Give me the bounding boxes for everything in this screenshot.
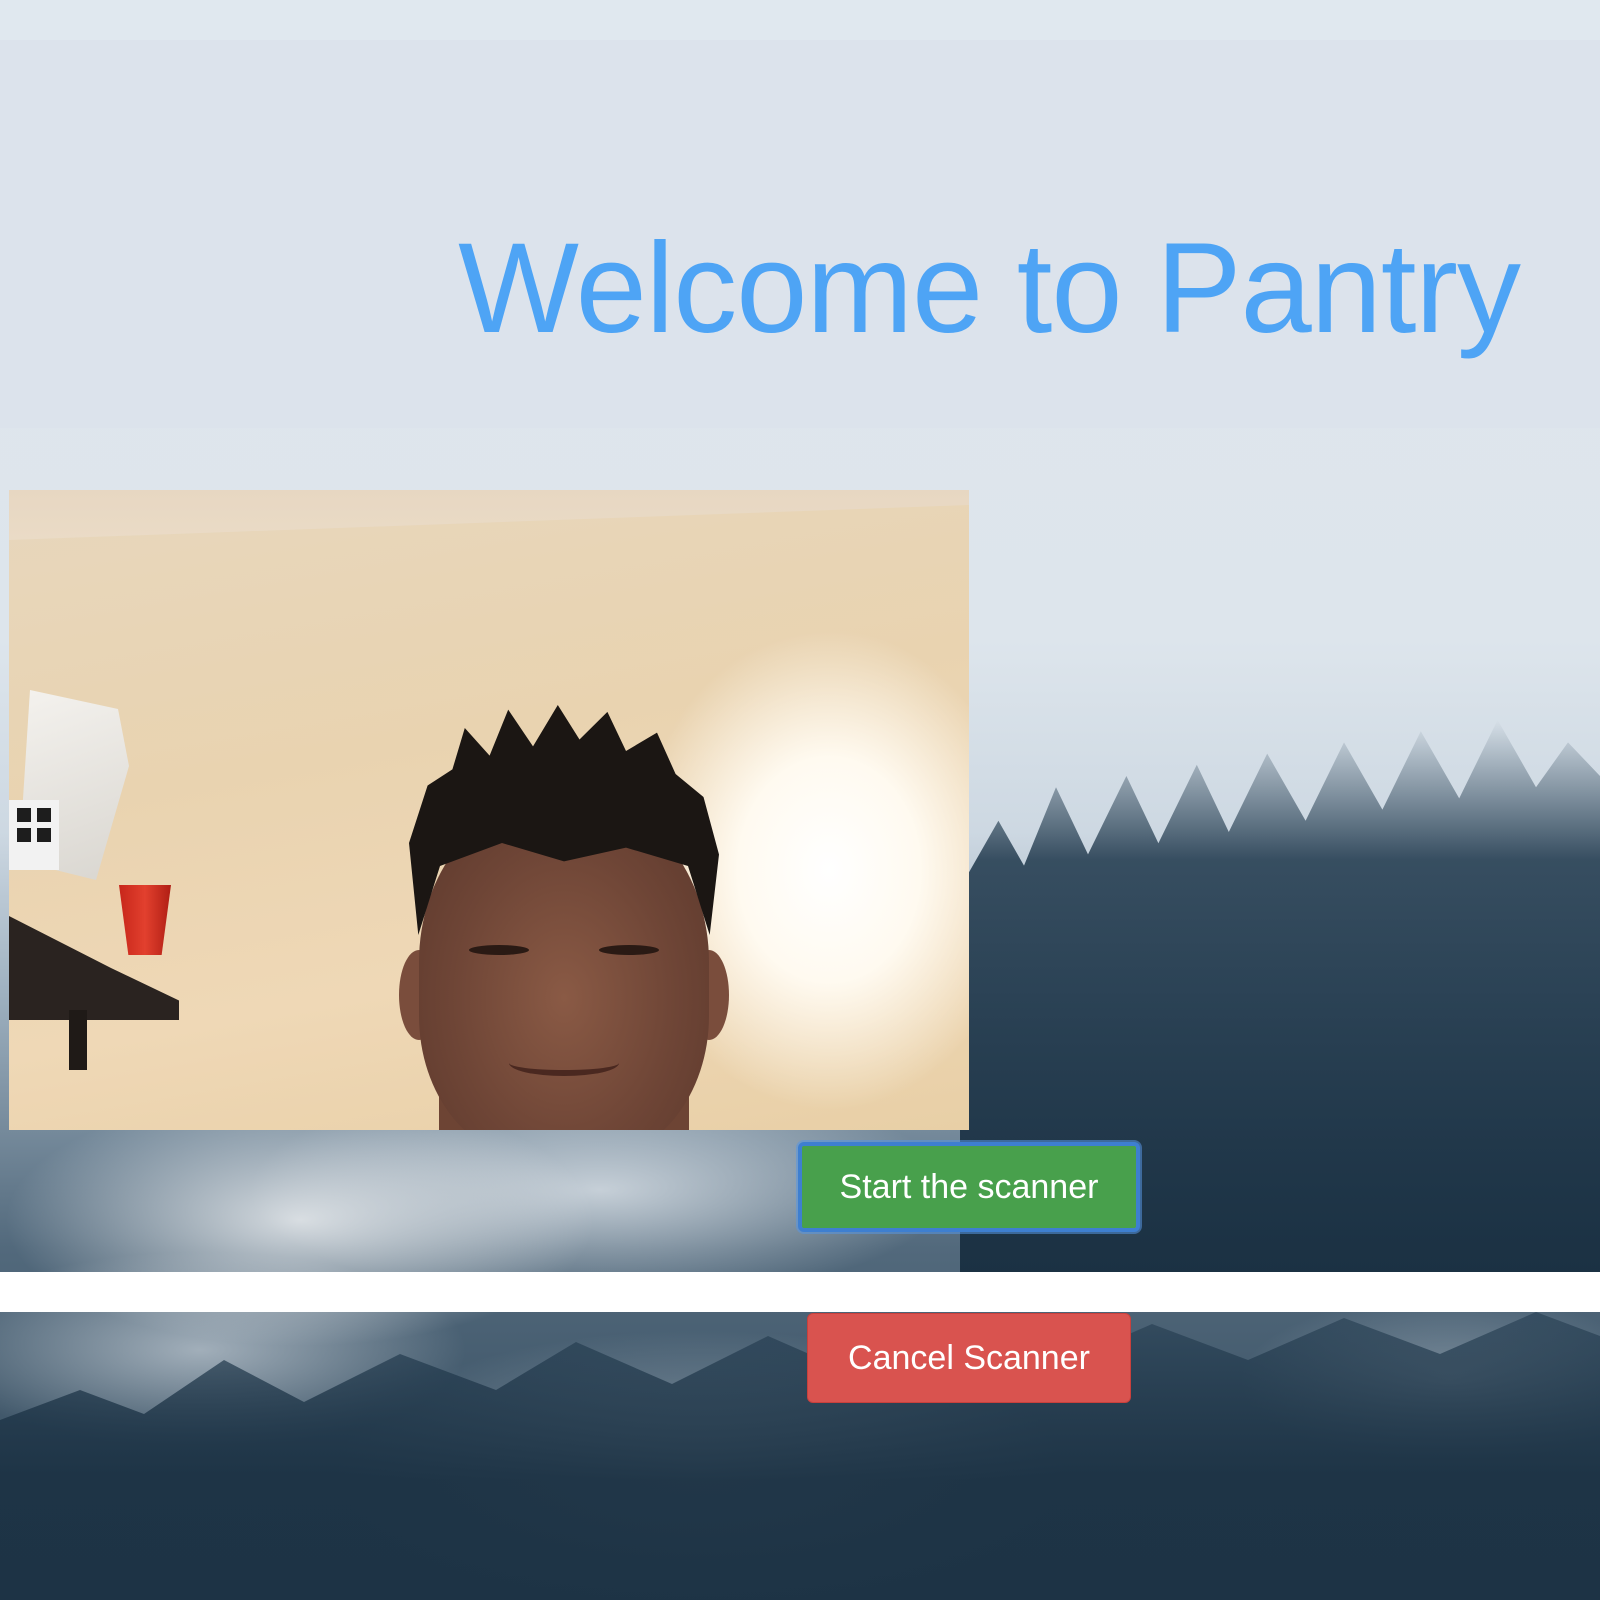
page-title: Welcome to Pantry [458, 217, 1521, 360]
mouth [509, 1050, 619, 1076]
rubiks-cube [9, 800, 59, 870]
right-eye [599, 945, 659, 955]
red-cup [119, 885, 171, 955]
cancel-scanner-button[interactable]: Cancel Scanner [807, 1313, 1131, 1403]
start-scanner-button[interactable]: Start the scanner [798, 1142, 1140, 1232]
top-strip [0, 0, 1600, 40]
left-eye [469, 945, 529, 955]
header-banner: Welcome to Pantry [0, 40, 1600, 428]
shelf-stand [69, 1010, 87, 1070]
webcam-video [9, 490, 969, 1130]
page: Welcome to Pantry Start the scanner Canc… [0, 0, 1600, 1600]
white-divider-band [0, 1272, 1600, 1312]
ceiling [9, 490, 969, 540]
